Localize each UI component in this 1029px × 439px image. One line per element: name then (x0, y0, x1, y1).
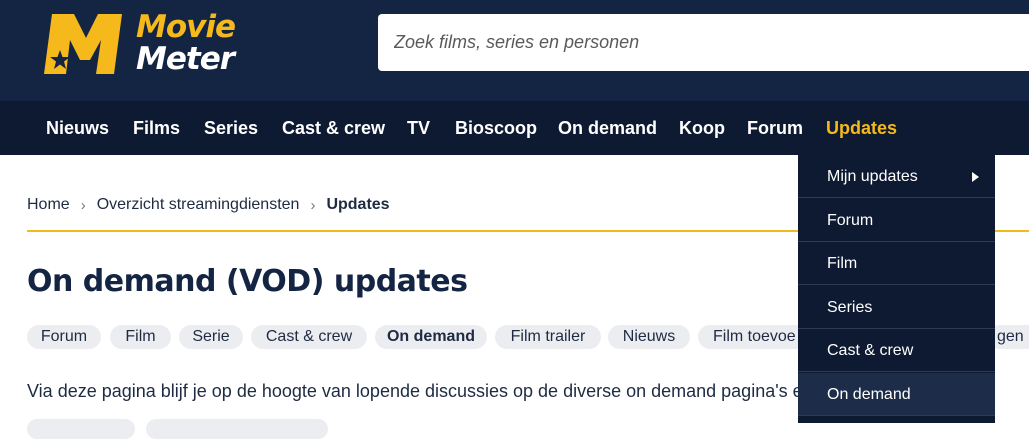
secondary-filter-pill[interactable] (27, 419, 135, 439)
dropdown-item-cast-crew[interactable]: Cast & crew (798, 329, 995, 372)
nav-item-tv[interactable]: TV (407, 101, 430, 155)
nav-item-bioscoop[interactable]: Bioscoop (455, 101, 537, 155)
logo-m-icon (44, 14, 122, 74)
page-title: On demand (VOD) updates (27, 264, 468, 299)
filter-pill-serie[interactable]: Serie (179, 325, 243, 349)
dropdown-item-film[interactable]: Film (798, 242, 995, 285)
nav-item-updates[interactable]: Updates (826, 101, 897, 155)
breadcrumb-separator-icon: › (310, 196, 316, 214)
breadcrumb-current: Updates (326, 196, 390, 213)
nav-item-on-demand[interactable]: On demand (558, 101, 657, 155)
updates-dropdown-menu: Mijn updates Forum Film Series Cast & cr… (798, 155, 995, 423)
moviemeter-logo[interactable]: Movie Meter (44, 12, 264, 78)
filter-pill-cast-crew[interactable]: Cast & crew (251, 325, 367, 349)
main-nav: Nieuws Films Series Cast & crew TV Biosc… (0, 101, 1029, 155)
dropdown-item-on-demand[interactable]: On demand (798, 373, 995, 416)
intro-text: Via deze pagina blijf je op de hoogte va… (27, 381, 803, 401)
dropdown-item-label: Mijn updates (827, 168, 918, 185)
logo-line-1: Movie (136, 9, 236, 45)
filter-pill-film-trailer[interactable]: Film trailer (495, 325, 601, 349)
nav-item-forum[interactable]: Forum (747, 101, 803, 155)
secondary-filter-pill[interactable] (146, 419, 328, 439)
breadcrumb-home[interactable]: Home (27, 196, 70, 214)
logo-wordmark: Movie Meter (136, 9, 236, 77)
header: Movie Meter (0, 0, 1029, 101)
dropdown-item-series[interactable]: Series (798, 286, 995, 329)
filter-pill-forum[interactable]: Forum (27, 325, 101, 349)
filter-pill-on-demand[interactable]: On demand (375, 325, 487, 349)
submenu-arrow-icon (972, 172, 979, 182)
dropdown-item-forum[interactable]: Forum (798, 199, 995, 242)
nav-item-series[interactable]: Series (204, 101, 258, 155)
breadcrumb-streamingdiensten[interactable]: Overzicht streamingdiensten (97, 196, 300, 214)
breadcrumb: Home › Overzicht streamingdiensten › Upd… (27, 193, 390, 217)
breadcrumb-separator-icon: › (80, 196, 86, 214)
filter-pill-film-toevoegen[interactable]: Film toevoe (698, 325, 808, 349)
filter-pill-nieuws[interactable]: Nieuws (608, 325, 690, 349)
nav-item-films[interactable]: Films (133, 101, 180, 155)
nav-item-koop[interactable]: Koop (679, 101, 725, 155)
nav-item-cast-crew[interactable]: Cast & crew (282, 101, 385, 155)
filter-pill-film[interactable]: Film (110, 325, 171, 349)
logo-line-2: Meter (136, 41, 235, 77)
search-input[interactable] (378, 14, 1029, 71)
nav-item-nieuws[interactable]: Nieuws (46, 101, 109, 155)
dropdown-item-mijn-updates[interactable]: Mijn updates (798, 155, 995, 198)
